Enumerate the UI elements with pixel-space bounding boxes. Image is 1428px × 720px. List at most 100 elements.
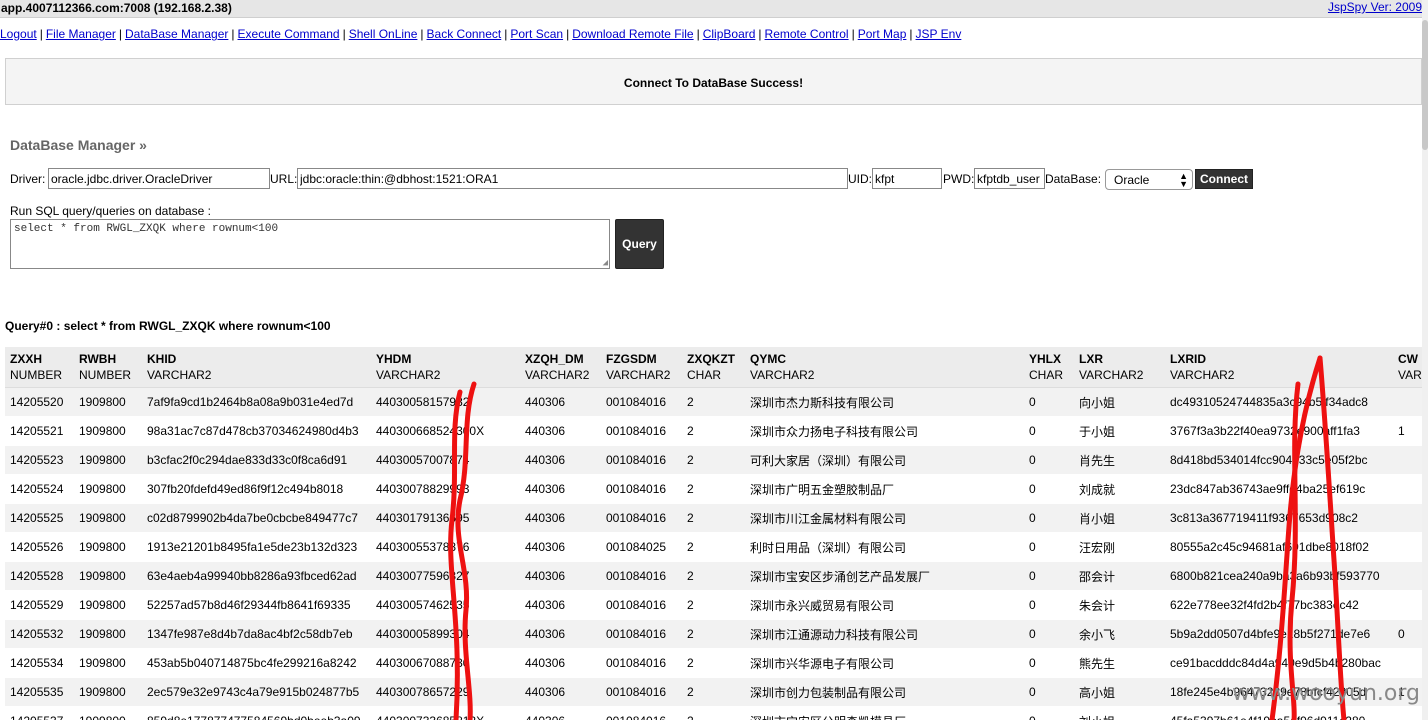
nav-link-database-manager[interactable]: DataBase Manager bbox=[125, 27, 228, 41]
cell-rwbh: 1909800 bbox=[74, 619, 142, 649]
cell-yhdm: 440300733685812X bbox=[371, 706, 520, 720]
column-header-khid: KHID VARCHAR2 bbox=[142, 347, 371, 388]
cell-xzqh_dm: 440306 bbox=[520, 561, 601, 591]
cell-xzqh_dm: 440306 bbox=[520, 474, 601, 504]
nav-link-remote-control[interactable]: Remote Control bbox=[765, 27, 849, 41]
nav-separator: | bbox=[420, 27, 424, 41]
nav-link-logout[interactable]: Logout bbox=[0, 27, 37, 41]
cell-khid: 453ab5b040714875bc4fe299216a8242 bbox=[142, 648, 371, 678]
sql-textarea[interactable]: select * from RWGL_ZXQK where rownum<100… bbox=[10, 219, 610, 269]
cell-yhdm: 44030179136695 bbox=[371, 503, 520, 533]
cell-fzgsdm: 001084016 bbox=[601, 445, 682, 475]
cell-zxxh: 14205520 bbox=[5, 387, 74, 417]
cell-zxqkzt: 2 bbox=[682, 416, 745, 446]
column-name: RWBH bbox=[79, 352, 117, 366]
column-header-fzgsdm: FZGSDM VARCHAR2 bbox=[601, 347, 682, 388]
database-select[interactable]: Oracle ▲ ▼ bbox=[1105, 169, 1193, 190]
cell-khid: 63e4aeb4a99940bb8286a93fbced62ad bbox=[142, 561, 371, 591]
column-type: NUMBER bbox=[79, 368, 132, 382]
cell-fzgsdm: 001084016 bbox=[601, 474, 682, 504]
cell-qymc: 可利大家居（深圳）有限公司 bbox=[745, 445, 1024, 475]
cell-yhdm: 44030067088730 bbox=[371, 648, 520, 678]
cell-yhdm: 44030078829993 bbox=[371, 474, 520, 504]
nav-separator: | bbox=[504, 27, 508, 41]
cell-lxr: 汪宏刚 bbox=[1074, 532, 1165, 562]
nav-separator: | bbox=[39, 27, 43, 41]
cell-yhdm: 44030057462535 bbox=[371, 590, 520, 620]
cell-khid: 307fb20fdefd49ed86f9f12c494b8018 bbox=[142, 474, 371, 504]
nav-link-port-scan[interactable]: Port Scan bbox=[510, 27, 563, 41]
column-name: YHDM bbox=[376, 352, 412, 366]
cell-lxr: 刘成就 bbox=[1074, 474, 1165, 504]
page-scrollbar[interactable] bbox=[1422, 0, 1428, 720]
cell-khid: c02d8799902b4da7be0cbcbe849477c7 bbox=[142, 503, 371, 533]
cell-yhlx: 0 bbox=[1024, 445, 1074, 475]
cell-rwbh: 1909800 bbox=[74, 677, 142, 707]
cell-qymc: 深圳市江通源动力科技有限公司 bbox=[745, 619, 1024, 649]
column-name: KHID bbox=[147, 352, 177, 366]
query-button[interactable]: Query bbox=[615, 219, 664, 269]
column-type: VARCHAR2 bbox=[1079, 368, 1144, 382]
uid-label: UID: bbox=[848, 172, 872, 186]
uid-input[interactable] bbox=[872, 168, 942, 189]
cell-fzgsdm: 001084016 bbox=[601, 561, 682, 591]
cell-zxxh: 14205525 bbox=[5, 503, 74, 533]
nav-separator: | bbox=[909, 27, 913, 41]
url-input[interactable] bbox=[297, 168, 848, 189]
column-type: VARCHAR2 bbox=[606, 368, 671, 382]
connect-button[interactable]: Connect bbox=[1195, 169, 1253, 189]
nav-link-clipboard[interactable]: ClipBoard bbox=[703, 27, 756, 41]
scrollbar-thumb[interactable] bbox=[1422, 20, 1428, 150]
cell-qymc: 深圳市宝安区步涌创艺产品发展厂 bbox=[745, 561, 1024, 591]
results-table: ZXXH NUMBER RWBH NUMBER KHID VARCHAR2 YHDM VARC… bbox=[5, 347, 1428, 720]
cell-lxrid: 23dc847ab36743ae9ffd4ba25ef619c bbox=[1165, 474, 1393, 504]
nav-separator: | bbox=[231, 27, 235, 41]
cell-zxxh: 14205521 bbox=[5, 416, 74, 446]
database-label: DataBase: bbox=[1045, 172, 1102, 186]
cell-lxr: 于小姐 bbox=[1074, 416, 1165, 446]
table-row: 14205528 1909800 63e4aeb4a99940bb8286a93fb… bbox=[5, 561, 1428, 591]
cell-lxr: 向小姐 bbox=[1074, 387, 1165, 417]
cell-lxr: 肖先生 bbox=[1074, 445, 1165, 475]
cell-lxr: 余小飞 bbox=[1074, 619, 1165, 649]
cell-qymc: 深圳市永兴威贸易有限公司 bbox=[745, 590, 1024, 620]
cell-xzqh_dm: 440306 bbox=[520, 445, 601, 475]
resize-grip-icon[interactable]: ◢ bbox=[603, 259, 608, 268]
cell-xzqh_dm: 440306 bbox=[520, 416, 601, 446]
cell-zxxh: 14205528 bbox=[5, 561, 74, 591]
table-row: 14205521 1909800 98a31ac7c87d478cb37034624… bbox=[5, 416, 1428, 446]
sql-label: Run SQL query/queries on database : bbox=[10, 204, 212, 218]
message-box: Connect To DataBase Success! bbox=[5, 58, 1422, 105]
table-header-row: ZXXH NUMBER RWBH NUMBER KHID VARCHAR2 YHDM VARC… bbox=[5, 347, 1428, 388]
cell-lxr: 高小姐 bbox=[1074, 677, 1165, 707]
nav-link-back-connect[interactable]: Back Connect bbox=[427, 27, 502, 41]
cell-yhlx: 0 bbox=[1024, 706, 1074, 720]
cell-rwbh: 1909800 bbox=[74, 387, 142, 417]
column-type: VARCHAR2 bbox=[1170, 368, 1235, 382]
nav-link-execute-command[interactable]: Execute Command bbox=[238, 27, 340, 41]
column-name: ZXXH bbox=[10, 352, 43, 366]
cell-yhdm: 44030057007874 bbox=[371, 445, 520, 475]
cell-qymc: 深圳市众力扬电子科技有限公司 bbox=[745, 416, 1024, 446]
cell-yhdm: 44030055378876 bbox=[371, 532, 520, 562]
column-header-lxr: LXR VARCHAR2 bbox=[1074, 347, 1165, 388]
nav-link-shell-online[interactable]: Shell OnLine bbox=[349, 27, 418, 41]
nav-link-jsp-env[interactable]: JSP Env bbox=[916, 27, 962, 41]
cell-yhlx: 0 bbox=[1024, 561, 1074, 591]
nav-link-file-manager[interactable]: File Manager bbox=[46, 27, 116, 41]
status-message: Connect To DataBase Success! bbox=[623, 76, 804, 90]
cell-lxrid: 5b9a2dd0507d4bfe9e18b5f271de7e6 bbox=[1165, 619, 1393, 649]
cell-rwbh: 1909800 bbox=[74, 706, 142, 720]
cell-qymc: 深圳市宝安区公明森凯模具厂 bbox=[745, 706, 1024, 720]
nav-link-download-remote-file[interactable]: Download Remote File bbox=[572, 27, 693, 41]
cell-lxr: 肖小姐 bbox=[1074, 503, 1165, 533]
version-link[interactable]: JspSpy Ver: 2009 bbox=[1328, 0, 1422, 14]
driver-input[interactable] bbox=[48, 168, 270, 189]
cell-khid: 52257ad57b8d46f29344fb8641f69335 bbox=[142, 590, 371, 620]
cell-lxr: 邵会计 bbox=[1074, 561, 1165, 591]
cell-zxqkzt: 2 bbox=[682, 474, 745, 504]
nav-link-port-map[interactable]: Port Map bbox=[858, 27, 907, 41]
pwd-input[interactable] bbox=[974, 168, 1045, 189]
table-row: 14205524 1909800 307fb20fdefd49ed86f9f12c4… bbox=[5, 474, 1428, 504]
cell-zxxh: 14205526 bbox=[5, 532, 74, 562]
